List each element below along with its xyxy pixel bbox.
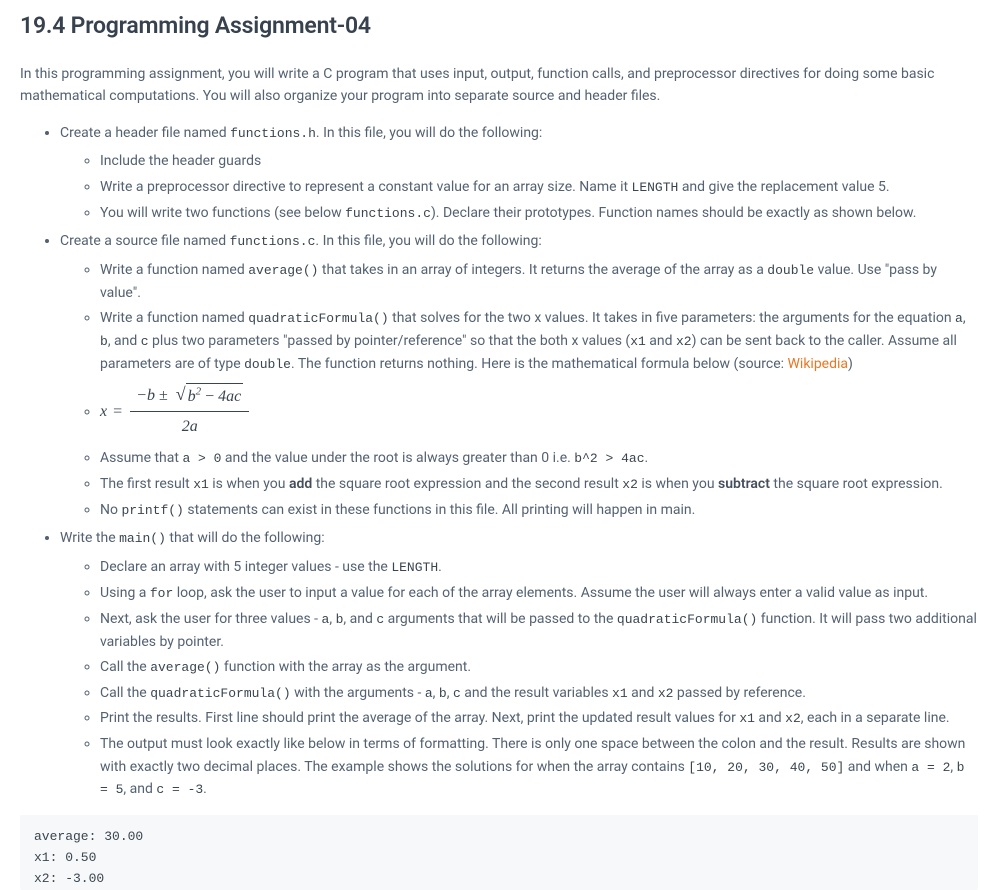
code-inline: printf()	[121, 503, 183, 518]
list-item: Write a function named quadraticFormula(…	[100, 307, 978, 375]
code-filename: functions.h	[230, 126, 316, 141]
code-inline: a	[322, 612, 330, 627]
code-inline: x1	[739, 711, 755, 726]
code-inline: quadraticFormula()	[248, 311, 388, 326]
code-inline: c = -3	[156, 782, 203, 797]
code-inline: x2	[658, 686, 674, 701]
code-inline: [10, 20, 30, 40, 50]	[688, 760, 844, 775]
code-inline: a	[425, 686, 433, 701]
list-item: You will write two functions (see below …	[100, 202, 978, 225]
header-subtasks: Include the header guards Write a preproc…	[60, 150, 978, 224]
task-main: Write the main() that will do the follow…	[60, 527, 978, 801]
code-inline: x1	[193, 477, 209, 492]
code-inline: x2	[622, 477, 638, 492]
code-inline: c	[376, 612, 384, 627]
list-item: Declare an array with 5 integer values -…	[100, 556, 978, 579]
formula-item: x=−b±√b2−4ac2a	[100, 379, 978, 444]
code-inline: LENGTH	[632, 180, 679, 195]
code-inline: double	[244, 357, 291, 372]
list-item: Include the header guards	[100, 150, 978, 172]
code-inline: x2	[676, 334, 692, 349]
code-inline: b	[336, 612, 344, 627]
list-item: Using a for loop, ask the user to input …	[100, 582, 978, 605]
code-inline: a > 0	[182, 451, 221, 466]
wikipedia-link[interactable]: Wikipedia	[788, 356, 849, 372]
intro-paragraph: In this programming assignment, you will…	[20, 63, 978, 108]
code-inline: a = 2	[911, 760, 950, 775]
code-inline: x1	[630, 334, 646, 349]
source-subtasks: Write a function named average() that ta…	[60, 259, 978, 521]
task-header-file: Create a header file named functions.h. …	[60, 122, 978, 225]
code-main: main()	[119, 531, 166, 546]
code-inline: quadraticFormula()	[150, 686, 290, 701]
list-item: Write a preprocessor directive to repres…	[100, 176, 978, 199]
assignment-outline: Create a header file named functions.h. …	[20, 122, 978, 802]
code-filename: functions.c	[230, 234, 316, 249]
list-item: The output must look exactly like below …	[100, 733, 978, 801]
code-inline: quadraticFormula()	[617, 612, 757, 627]
code-inline: for	[150, 586, 173, 601]
list-item: The first result x1 is when you add the …	[100, 473, 978, 496]
code-inline: average()	[150, 660, 220, 675]
code-inline: b	[100, 334, 108, 349]
list-item: Next, ask the user for three values - a,…	[100, 608, 978, 653]
code-inline: average()	[248, 263, 318, 278]
code-inline: b	[439, 686, 447, 701]
list-item: Write a function named average() that ta…	[100, 259, 978, 304]
list-item: Call the average() function with the arr…	[100, 656, 978, 679]
page-title: 19.4 Programming Assignment-04	[20, 0, 978, 45]
main-subtasks: Declare an array with 5 integer values -…	[60, 556, 978, 801]
list-item: Print the results. First line should pri…	[100, 707, 978, 730]
code-inline: x2	[785, 711, 801, 726]
output-example: average: 30.00 x1: 0.50 x2: -3.00	[20, 815, 978, 889]
list-item: Call the quadraticFormula() with the arg…	[100, 682, 978, 705]
code-inline: c	[453, 686, 461, 701]
list-item: No printf() statements can exist in thes…	[100, 499, 978, 522]
task-source-file: Create a source file named functions.c. …	[60, 230, 978, 521]
list-item: Assume that a > 0 and the value under th…	[100, 447, 978, 470]
code-inline: double	[767, 263, 814, 278]
code-inline: x1	[612, 686, 628, 701]
code-inline: c	[141, 334, 149, 349]
code-inline: functions.c	[345, 206, 431, 221]
code-inline: b^2 > 4ac	[574, 451, 644, 466]
code-inline: LENGTH	[391, 560, 438, 575]
code-inline: a	[955, 311, 963, 326]
